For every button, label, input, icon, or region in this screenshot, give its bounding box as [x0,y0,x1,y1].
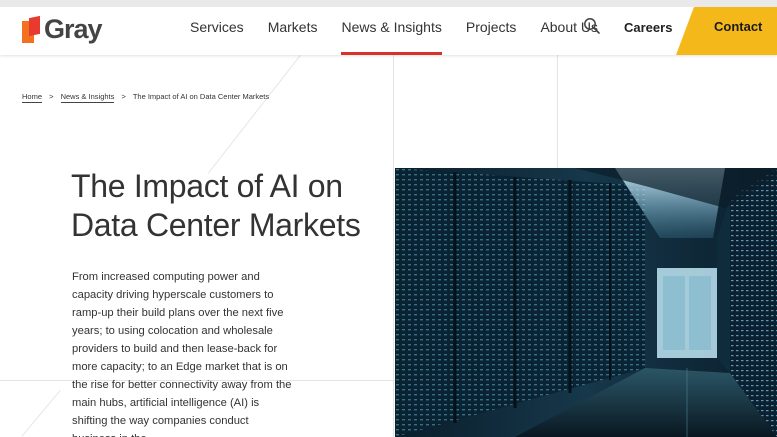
breadcrumb-separator: > [49,92,54,101]
contact-label: Contact [714,19,763,34]
breadcrumb-news-insights[interactable]: News & Insights [60,92,115,103]
nav-news-insights[interactable]: News & Insights [341,0,443,55]
title-line-1: The Impact of AI on [71,168,343,204]
nav-services[interactable]: Services [190,0,244,55]
data-center-illustration [395,168,777,437]
careers-link[interactable]: Careers [624,0,672,55]
breadcrumb-separator: > [121,92,126,101]
site-header: Gray Services Markets News & Insights Pr… [0,0,777,55]
breadcrumb: Home > News & Insights > The Impact of A… [22,92,270,103]
hero-image [395,168,777,437]
main-nav: Services Markets News & Insights Project… [178,0,610,55]
page-title: The Impact of AI on Data Center Markets [71,167,371,245]
logo-text: Gray [44,14,103,44]
page: Gray Services Markets News & Insights Pr… [0,0,777,437]
search-icon[interactable] [583,17,601,35]
top-strip [0,0,777,7]
breadcrumb-current: The Impact of AI on Data Center Markets [132,92,270,101]
breadcrumb-home[interactable]: Home [22,92,43,103]
nav-projects[interactable]: Projects [466,0,517,55]
article-intro: From increased computing power and capac… [72,271,292,437]
title-line-2: Data Center Markets [71,207,361,243]
decor-line [21,390,61,437]
gray-logo[interactable]: Gray [22,14,103,45]
contact-button[interactable]: Contact [676,7,777,55]
decor-line [207,55,301,174]
gray-logo-mark [22,15,40,43]
nav-markets[interactable]: Markets [268,0,318,55]
